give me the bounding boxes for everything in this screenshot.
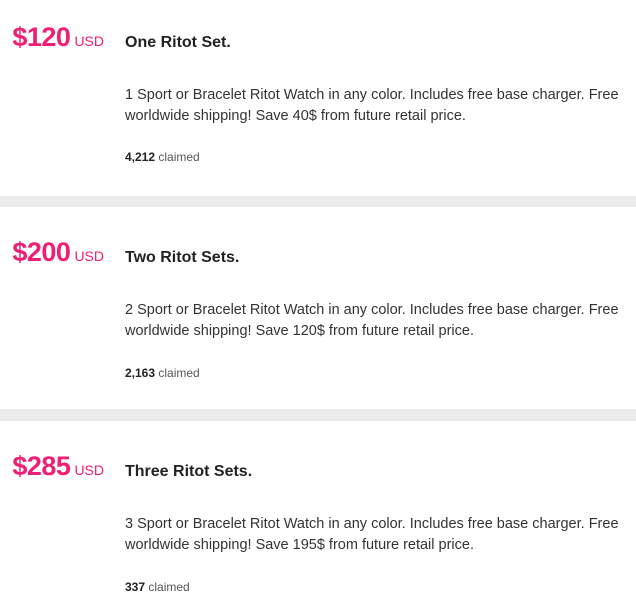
price-amount: $285 — [12, 451, 71, 481]
claimed-count: 337 — [125, 580, 146, 594]
perk-card-three-sets[interactable]: $285 USD Three Ritot Sets. 3 Sport or Bra… — [0, 421, 636, 609]
perk-description: 3 Sport or Bracelet Ritot Watch in any c… — [125, 516, 619, 553]
claimed-label: claimed — [158, 150, 200, 164]
price-currency: USD — [74, 462, 104, 478]
perk-title: One Ritot Set. — [125, 34, 231, 51]
perk-price: $285 USD — [12, 453, 104, 480]
price-currency: USD — [74, 248, 104, 264]
price-amount: $200 — [12, 237, 71, 267]
claimed-label: claimed — [158, 366, 200, 380]
perk-claimed: 4,212 claimed — [125, 151, 200, 163]
perk-card-two-sets[interactable]: $200 USD Two Ritot Sets. 2 Sport or Brace… — [0, 207, 636, 409]
perk-description: 1 Sport or Bracelet Ritot Watch in any c… — [125, 87, 619, 124]
perk-card-one-set[interactable]: $120 USD One Ritot Set. 1 Sport or Bracel… — [0, 0, 636, 196]
claimed-label: claimed — [148, 580, 190, 594]
perk-claimed: 2,163 claimed — [125, 367, 200, 379]
perk-price: $200 USD — [12, 239, 104, 266]
perk-title: Three Ritot Sets. — [125, 463, 253, 480]
perk-price: $120 USD — [12, 24, 104, 51]
price-amount: $120 — [12, 22, 71, 52]
perk-description: 2 Sport or Bracelet Ritot Watch in any c… — [125, 302, 619, 339]
claimed-count: 2,163 — [125, 366, 156, 380]
price-currency: USD — [74, 33, 104, 49]
perk-claimed: 337 claimed — [125, 581, 190, 593]
claimed-count: 4,212 — [125, 150, 156, 164]
perk-title: Two Ritot Sets. — [125, 249, 240, 266]
